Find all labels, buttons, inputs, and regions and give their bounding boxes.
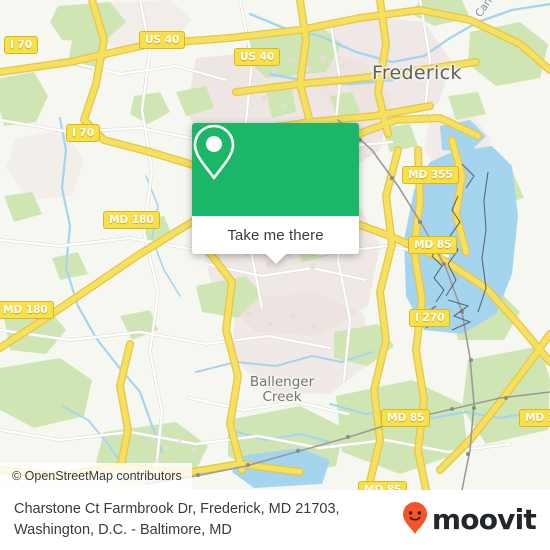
location-popup[interactable]: Take me there bbox=[192, 123, 359, 264]
footer-bar: Charstone Ct Farmbrook Dr, Frederick, MD… bbox=[0, 490, 550, 550]
popup-header bbox=[192, 123, 359, 216]
address-line-2: Washington, D.C. - Baltimore, MD bbox=[14, 522, 232, 538]
highway-shield-md35-east: MD 35 bbox=[519, 409, 550, 427]
highway-shield-md180-mid: MD 180 bbox=[103, 211, 160, 229]
highway-shield-i70-mid: I 70 bbox=[66, 124, 101, 142]
map-attribution[interactable]: © OpenStreetMap contributors bbox=[0, 463, 192, 490]
highway-shield-i70-west: I 70 bbox=[4, 36, 39, 54]
moovit-map-screenshot: .park { fill:#cfe6b4; } .res { fill:#ece… bbox=[0, 0, 550, 550]
highway-shield-us40-east: US 40 bbox=[234, 48, 281, 66]
address-line-1: Charstone Ct Farmbrook Dr, Frederick, MD… bbox=[14, 501, 340, 517]
popup-body: Take me there bbox=[192, 123, 359, 264]
highway-shield-md355: MD 355 bbox=[402, 166, 459, 184]
moovit-pin-icon bbox=[402, 501, 428, 540]
take-me-there-button[interactable]: Take me there bbox=[192, 216, 359, 254]
popup-tail bbox=[265, 254, 286, 264]
highway-shield-md85-north: MD 85 bbox=[408, 236, 458, 254]
map-canvas[interactable]: .park { fill:#cfe6b4; } .res { fill:#ece… bbox=[0, 0, 550, 490]
moovit-wordmark: moovit bbox=[431, 503, 537, 536]
highway-shield-md85-mid: MD 85 bbox=[381, 409, 431, 427]
address-caption: Charstone Ct Farmbrook Dr, Frederick, MD… bbox=[14, 499, 340, 541]
highway-shield-md85-south: MD 85 bbox=[358, 481, 408, 490]
highway-shield-us40-north: US 40 bbox=[139, 31, 186, 49]
highway-shield-md180-west: MD 180 bbox=[0, 301, 54, 319]
highway-shield-i270: I 270 bbox=[409, 309, 451, 327]
moovit-logo[interactable]: moovit bbox=[402, 501, 537, 540]
take-me-there-label: Take me there bbox=[227, 226, 324, 244]
